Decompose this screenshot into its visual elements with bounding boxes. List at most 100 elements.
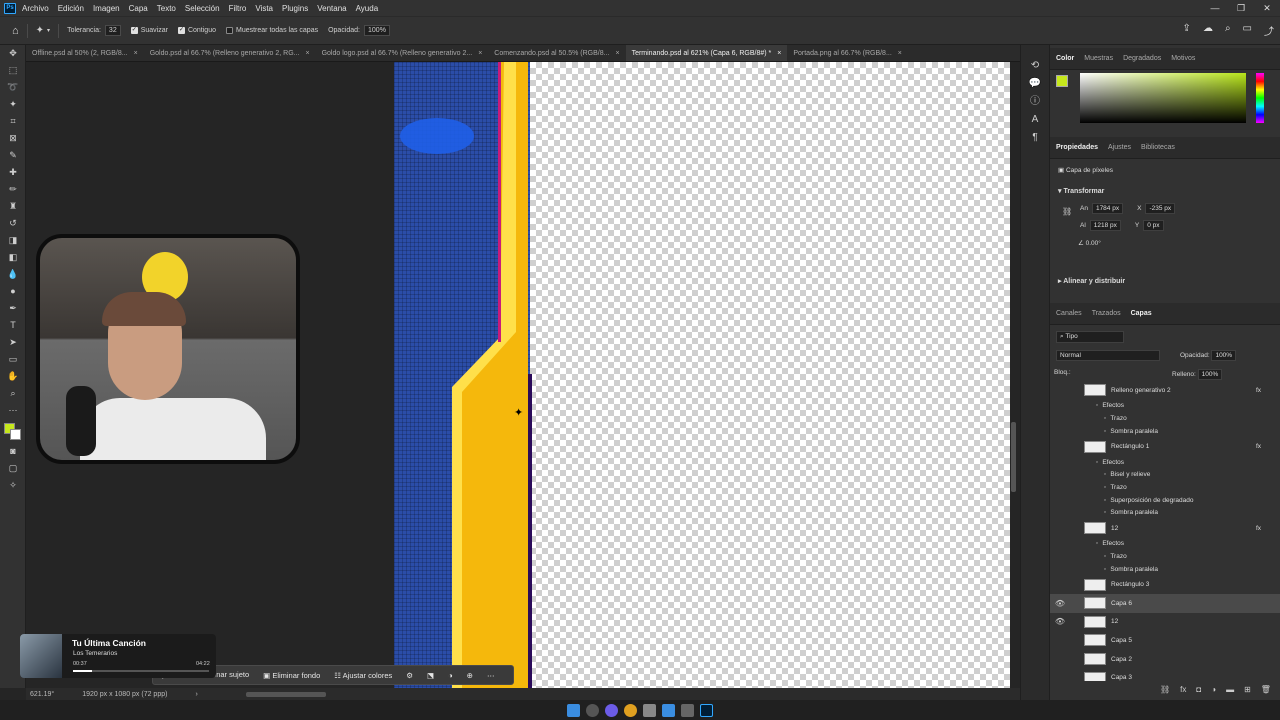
effect-eye-icon[interactable]: ◦ [1096,540,1098,547]
layer-row[interactable]: Rectángulo 1 fx [1050,437,1280,456]
hand-tool-icon[interactable]: ✋ [0,368,26,385]
tab-color[interactable]: Color [1056,55,1074,62]
layer-row[interactable]: 12 fx [1050,519,1280,538]
effect-row[interactable]: ◦ Trazo [1050,550,1280,563]
effect-eye-icon[interactable]: ◦ [1104,553,1106,560]
effect-row[interactable]: ◦ Trazo [1050,481,1280,494]
effects-row[interactable]: ◦ Efectos [1050,400,1280,413]
character-icon[interactable]: A [1021,111,1049,129]
more-tools-icon[interactable]: ⋯ [0,402,26,419]
menu-capa[interactable]: Capa [129,4,148,13]
rectangle-tool-icon[interactable]: ▭ [0,351,26,368]
background-color-swatch[interactable] [10,429,21,440]
effect-eye-icon[interactable]: ◦ [1104,428,1106,435]
crop-tool-icon[interactable]: ⌗ [0,113,26,130]
photoshop-taskbar-icon[interactable] [700,703,713,717]
fx-icon[interactable]: fx [1180,685,1186,694]
effect-row[interactable]: ◦ Trazo [1050,412,1280,425]
link-layers-icon[interactable]: ⛓ [1160,685,1170,694]
menu-archivo[interactable]: Archivo [22,4,49,13]
zoom-tool-icon[interactable]: ⌕ [0,385,26,402]
menu-vista[interactable]: Vista [255,4,273,13]
layer-row[interactable]: 👁 Capa 6 [1050,594,1280,613]
tab-adjustments[interactable]: Ajustes [1108,144,1131,151]
tab-terminando[interactable]: Terminando.psd al 621% (Capa 6, RGB/8#) … [625,45,788,61]
layer-row[interactable]: Relleno generativo 2 fx [1050,381,1280,400]
obs-icon[interactable] [643,703,656,717]
blur-tool-icon[interactable]: 💧 [0,266,26,283]
align-section[interactable]: ▸ Alinear y distribuir [1050,277,1125,285]
blend-mode-select[interactable]: Normal [1056,350,1160,361]
magic-wand-tool-icon[interactable]: ✦ [36,25,44,36]
maximize-icon[interactable]: ❐ [1228,0,1254,16]
healing-brush-icon[interactable]: ✚ [0,164,26,181]
dodge-tool-icon[interactable]: ● [0,283,26,300]
effect-eye-icon[interactable]: ◦ [1096,402,1098,409]
menu-edicion[interactable]: Edición [58,4,84,13]
angle-field[interactable]: ∠ 0.00° [1078,239,1101,247]
contiguous-checkbox[interactable]: ✓ [177,27,185,34]
explorer-icon[interactable] [662,703,675,717]
delete-layer-icon[interactable]: 🗑 [1261,685,1271,694]
tab-close-icon[interactable]: × [478,45,482,61]
tab-portada[interactable]: Portada.png al 66.7% (RGB/8... × [787,45,908,61]
discord-icon[interactable] [605,703,618,717]
info-icon[interactable]: ⓘ [1021,93,1049,111]
menu-texto[interactable]: Texto [157,4,176,13]
foreground-color-chip[interactable] [1056,75,1068,87]
color-swatches[interactable] [0,419,25,443]
layer-row[interactable]: Rectángulo 3 [1050,575,1280,594]
more-icon[interactable]: ⋯ [487,671,495,680]
effect-eye-icon[interactable]: ◦ [1104,415,1106,422]
marquee-tool-icon[interactable]: ⬚ [0,62,26,79]
stamp-tool-icon[interactable]: ♜ [0,198,26,215]
screen-mode-icon[interactable]: ▢ [0,460,26,477]
effect-row[interactable]: ◦ Bisel y relieve [1050,469,1280,482]
tolerance-input[interactable]: 32 [104,25,121,36]
hue-slider[interactable] [1256,73,1264,123]
tab-goldo-logo[interactable]: Goldo logo.psd al 66.7% (Relleno generat… [316,45,489,61]
tab-offline[interactable]: Offline.psd al 50% (2, RGB/8... × [26,45,144,61]
history-brush-icon[interactable]: ↺ [0,215,26,232]
new-layer-icon[interactable]: ⊞ [1244,685,1251,694]
close-icon[interactable]: ✕ [1254,0,1280,16]
tab-patterns[interactable]: Motivos [1171,55,1195,62]
terminal-icon[interactable] [681,703,694,717]
tab-channels[interactable]: Canales [1056,310,1082,317]
visibility-eye-icon[interactable]: 👁 [1050,599,1070,608]
opacity-input[interactable]: 100% [364,25,390,36]
pen-tool-icon[interactable]: ✒ [0,300,26,317]
menu-plugins[interactable]: Plugins [282,4,308,13]
eraser-icon[interactable]: ◨ [0,232,26,249]
frame-tool-icon[interactable]: ⊠ [0,130,26,147]
height-input[interactable]: 1218 px [1089,220,1121,231]
antialias-checkbox[interactable]: ✓ [130,27,138,34]
effect-eye-icon[interactable]: ◦ [1104,509,1106,516]
path-select-icon[interactable]: ➤ [0,334,26,351]
layer-row[interactable]: Capa 3 [1050,668,1280,681]
link-icon[interactable]: ⛓ [1062,207,1072,216]
tab-properties[interactable]: Propiedades [1056,144,1098,151]
width-input[interactable]: 1784 px [1091,203,1124,214]
tab-close-icon[interactable]: × [134,45,138,61]
gradient-tool-icon[interactable]: ◧ [0,249,26,266]
magic-wand-icon[interactable]: ✦ [0,96,26,113]
minimize-icon[interactable]: — [1202,0,1228,16]
tab-gradients[interactable]: Degradados [1123,55,1161,62]
menu-ventana[interactable]: Ventana [317,4,346,13]
brush-tool-icon[interactable]: ✏ [0,181,26,198]
mask-icon[interactable]: ⊕ [467,671,473,680]
lasso-tool-icon[interactable]: ➰ [0,79,26,96]
type-tool-icon[interactable]: T [0,317,26,334]
share-people-icon[interactable]: ⤴ [1264,23,1274,38]
document-canvas[interactable]: ✦ [394,62,1010,688]
chrome-icon[interactable] [624,703,637,717]
adjust-colors-button[interactable]: ☷ Ajustar colores [334,671,392,680]
zoom-readout[interactable]: 621.19° [30,691,54,698]
effect-eye-icon[interactable]: ◦ [1104,497,1106,504]
remove-background-button[interactable]: ▣ Eliminar fondo [263,671,320,680]
home-icon[interactable]: ⌂ [12,25,19,37]
tab-close-icon[interactable]: × [777,45,781,61]
workspace-icon[interactable]: ▭ [1243,23,1252,38]
tab-paths[interactable]: Trazados [1092,310,1121,317]
